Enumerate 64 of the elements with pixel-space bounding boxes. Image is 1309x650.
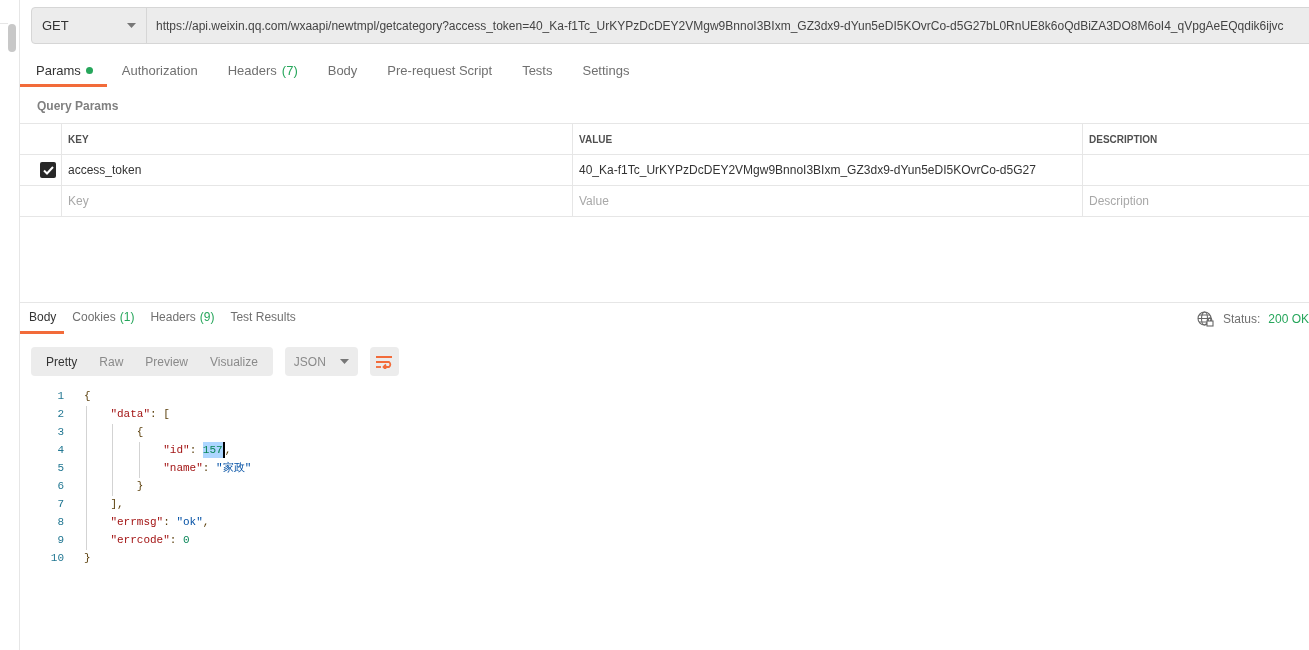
checkbox[interactable] bbox=[40, 162, 56, 178]
response-tab[interactable]: Headers (9) bbox=[142, 303, 223, 334]
code-token: : bbox=[189, 442, 198, 458]
code-token: "id" bbox=[162, 442, 190, 458]
code-token: : [ bbox=[150, 406, 170, 422]
code-token: "name" bbox=[162, 460, 203, 476]
line-number: 10 bbox=[49, 550, 64, 566]
code-token: , bbox=[202, 514, 210, 530]
code-token: 157 bbox=[202, 441, 225, 459]
code-token: } bbox=[135, 478, 144, 494]
line-number: 5 bbox=[56, 460, 64, 476]
line-number: 3 bbox=[56, 424, 64, 440]
code-token: "data" bbox=[109, 406, 150, 422]
request-tab[interactable]: Body bbox=[312, 57, 373, 87]
code-token: "errcode" bbox=[109, 532, 170, 548]
response-tab[interactable]: Test Results bbox=[222, 303, 304, 334]
line-number: 8 bbox=[56, 514, 64, 530]
request-tab[interactable]: Tests bbox=[507, 57, 568, 87]
code-token: : bbox=[169, 532, 178, 548]
column-header: KEY bbox=[68, 132, 89, 147]
code-token: , bbox=[224, 442, 232, 458]
line-number: 6 bbox=[56, 478, 64, 494]
section-title: Query Params bbox=[36, 98, 119, 115]
globe-lock-icon[interactable] bbox=[1196, 311, 1215, 327]
wrap-lines-icon bbox=[375, 354, 394, 369]
code-token: ], bbox=[109, 496, 124, 512]
line-number: 2 bbox=[56, 406, 64, 422]
line-number: 7 bbox=[56, 496, 64, 512]
line-number: 9 bbox=[56, 532, 64, 548]
column-header: VALUE bbox=[579, 132, 613, 147]
code-token: : bbox=[163, 514, 171, 530]
view-mode-tab[interactable]: Raw bbox=[88, 350, 135, 373]
request-tab[interactable]: Pre-request Script bbox=[372, 57, 508, 87]
input-field[interactable]: Value bbox=[579, 192, 1076, 210]
code-token: } bbox=[84, 550, 91, 566]
view-mode-tab[interactable]: Visualize bbox=[199, 350, 269, 373]
column-header: DESCRIPTION bbox=[1089, 132, 1158, 147]
table-cell-text: access_token bbox=[68, 162, 142, 179]
request-tab[interactable]: Params bbox=[20, 57, 107, 87]
code-token: "errmsg" bbox=[109, 514, 164, 530]
code-token: { bbox=[135, 424, 144, 440]
input-field[interactable]: Key bbox=[68, 192, 566, 210]
code-token: "家政" bbox=[216, 460, 252, 476]
scrollbar-thumb[interactable] bbox=[8, 24, 16, 52]
format-dropdown[interactable]: JSON bbox=[284, 347, 358, 376]
response-tab[interactable]: Cookies (1) bbox=[64, 303, 143, 334]
view-mode-tab[interactable]: Pretty bbox=[35, 350, 89, 373]
wrap-lines-button[interactable] bbox=[369, 347, 399, 376]
code-token: : bbox=[202, 460, 211, 476]
status-label: Status: bbox=[1222, 311, 1261, 328]
code-token: "ok" bbox=[176, 514, 203, 530]
input-field[interactable]: Description bbox=[1089, 192, 1309, 210]
code-token: 0 bbox=[183, 532, 190, 548]
view-mode-tab[interactable]: Preview bbox=[134, 350, 200, 373]
request-tab[interactable]: Settings bbox=[567, 57, 645, 87]
caret-icon bbox=[339, 359, 349, 364]
table-cell-text: 40_Ka-f1Tc_UrKYPzDcDEY2VMgw9BnnoI3BIxm_GZ3dx9-dYun5eDI5KOvrCo-d5G27 bbox=[579, 162, 1036, 179]
line-number: 1 bbox=[56, 388, 64, 404]
line-number: 4 bbox=[56, 442, 64, 458]
status-value: 200 OK bbox=[1268, 311, 1309, 328]
response-tab[interactable]: Body bbox=[20, 303, 65, 334]
request-tab[interactable]: Authorization bbox=[106, 57, 213, 87]
code-token: { bbox=[84, 388, 91, 404]
request-tab[interactable]: Headers (7) bbox=[212, 57, 313, 87]
